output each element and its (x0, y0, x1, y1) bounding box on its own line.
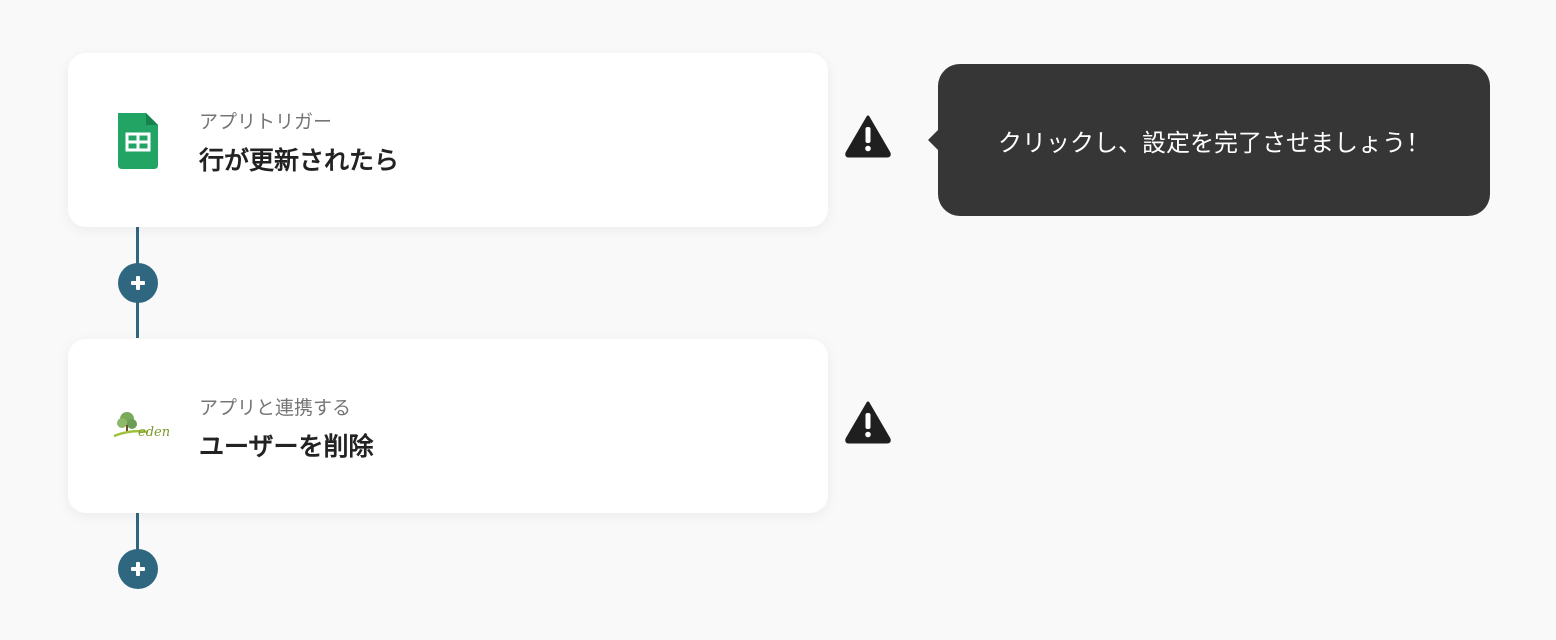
warning-icon[interactable] (844, 400, 892, 444)
flow-step-card-action[interactable]: eden アプリと連携する ユーザーを削除 (68, 339, 828, 513)
step-type-label: アプリと連携する (199, 397, 352, 419)
add-step-button[interactable] (118, 549, 158, 589)
eden-logo-icon: eden (112, 399, 170, 455)
setup-hint-tooltip: クリックし、設定を完了させましょう！ (928, 64, 1490, 216)
flow-step-card-trigger[interactable]: アプリトリガー 行が更新されたら (68, 53, 828, 227)
eden-logo-text: eden (138, 425, 170, 440)
add-step-button[interactable] (118, 263, 158, 303)
step-action-title: 行が更新されたら (199, 146, 400, 175)
tooltip-text: クリックし、設定を完了させましょう！ (998, 128, 1430, 157)
flow-connector-line (136, 512, 139, 552)
step-action-title: ユーザーを削除 (199, 432, 374, 461)
warning-icon[interactable] (844, 114, 892, 158)
step-type-label: アプリトリガー (199, 111, 333, 133)
google-sheets-icon (112, 113, 164, 169)
